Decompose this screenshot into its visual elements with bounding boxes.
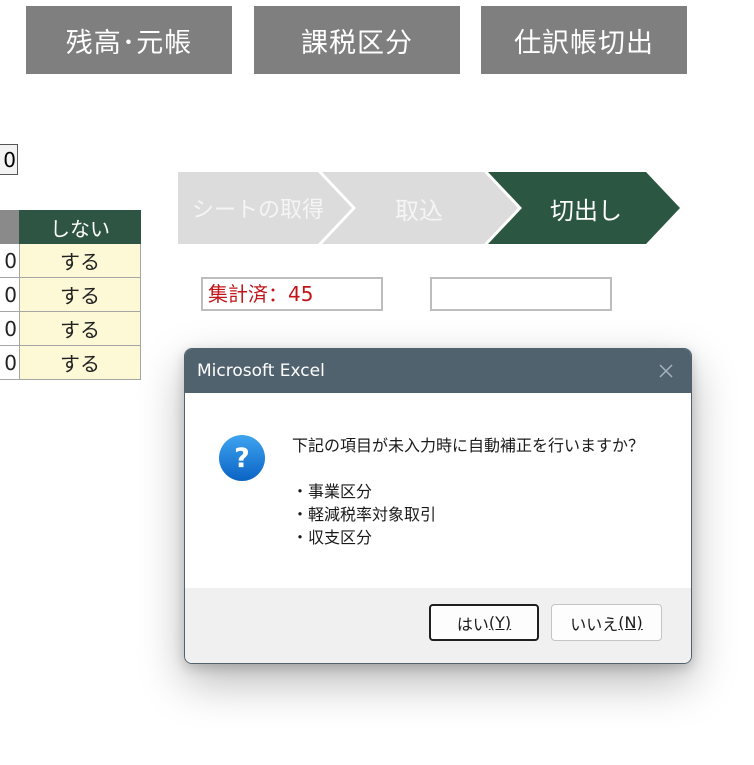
journal-export-button[interactable]: 仕訳帳切出 — [481, 6, 687, 74]
status-aggregated-text: 集計済：45 — [208, 282, 314, 306]
tax-category-button[interactable]: 課税区分 — [254, 6, 460, 74]
table-cell[interactable]: 0 — [0, 278, 19, 312]
message-line: ・収支区分 — [292, 528, 373, 547]
process-steps: シートの取得 取込 切出し — [178, 172, 680, 244]
sheet-cell-value[interactable]: 0 — [0, 144, 18, 175]
svg-text:?: ? — [234, 443, 250, 474]
step-import[interactable]: 取込 — [352, 172, 486, 244]
message-line: 下記の項目が未入力時に自動補正を行いますか？ — [292, 436, 645, 455]
message-line — [292, 457, 644, 480]
close-icon[interactable] — [653, 358, 679, 384]
table-cell[interactable]: 0 — [0, 244, 19, 278]
dialog-titlebar[interactable]: Microsoft Excel — [185, 349, 691, 393]
no-button-mnemonic: (N) — [618, 613, 643, 632]
table-cell[interactable]: する — [19, 346, 141, 380]
table-cell[interactable]: 0 — [0, 312, 19, 346]
status-aggregated-box: 集計済：45 — [201, 277, 383, 311]
table-cell[interactable]: する — [19, 312, 141, 346]
dialog-body: ? 下記の項目が未入力時に自動補正を行いますか？ ・事業区分 ・軽減税率対象取引… — [185, 393, 691, 588]
yes-button[interactable]: はい (Y) — [429, 604, 539, 641]
balance-ledger-button[interactable]: 残高･元帳 — [26, 6, 232, 74]
no-button[interactable]: いいえ (N) — [551, 604, 662, 641]
status-empty-box — [430, 277, 612, 311]
confirm-dialog: Microsoft Excel ? 下記の項目が未入力時に自動補正を行いますか？ — [184, 348, 692, 664]
table-header-cell: しない — [19, 210, 141, 244]
table-cell[interactable]: する — [19, 278, 141, 312]
no-button-label: いいえ — [570, 614, 619, 634]
table-cell[interactable]: する — [19, 244, 141, 278]
message-line: ・軽減税率対象取引 — [292, 505, 437, 524]
message-line: ・事業区分 — [292, 482, 373, 501]
table-cell[interactable]: 0 — [0, 346, 19, 380]
yes-button-label: はい — [456, 614, 489, 634]
step-export[interactable]: 切出し — [522, 172, 650, 244]
dialog-title: Microsoft Excel — [197, 361, 325, 381]
dialog-message: 下記の項目が未入力時に自動補正を行いますか？ ・事業区分 ・軽減税率対象取引 ・… — [292, 434, 644, 549]
yes-button-mnemonic: (Y) — [488, 613, 512, 632]
step-get-sheet[interactable]: シートの取得 — [178, 172, 338, 244]
dialog-footer: はい (Y) いいえ (N) — [185, 588, 691, 663]
question-icon: ? — [218, 434, 266, 482]
table-header-cell — [0, 210, 19, 244]
